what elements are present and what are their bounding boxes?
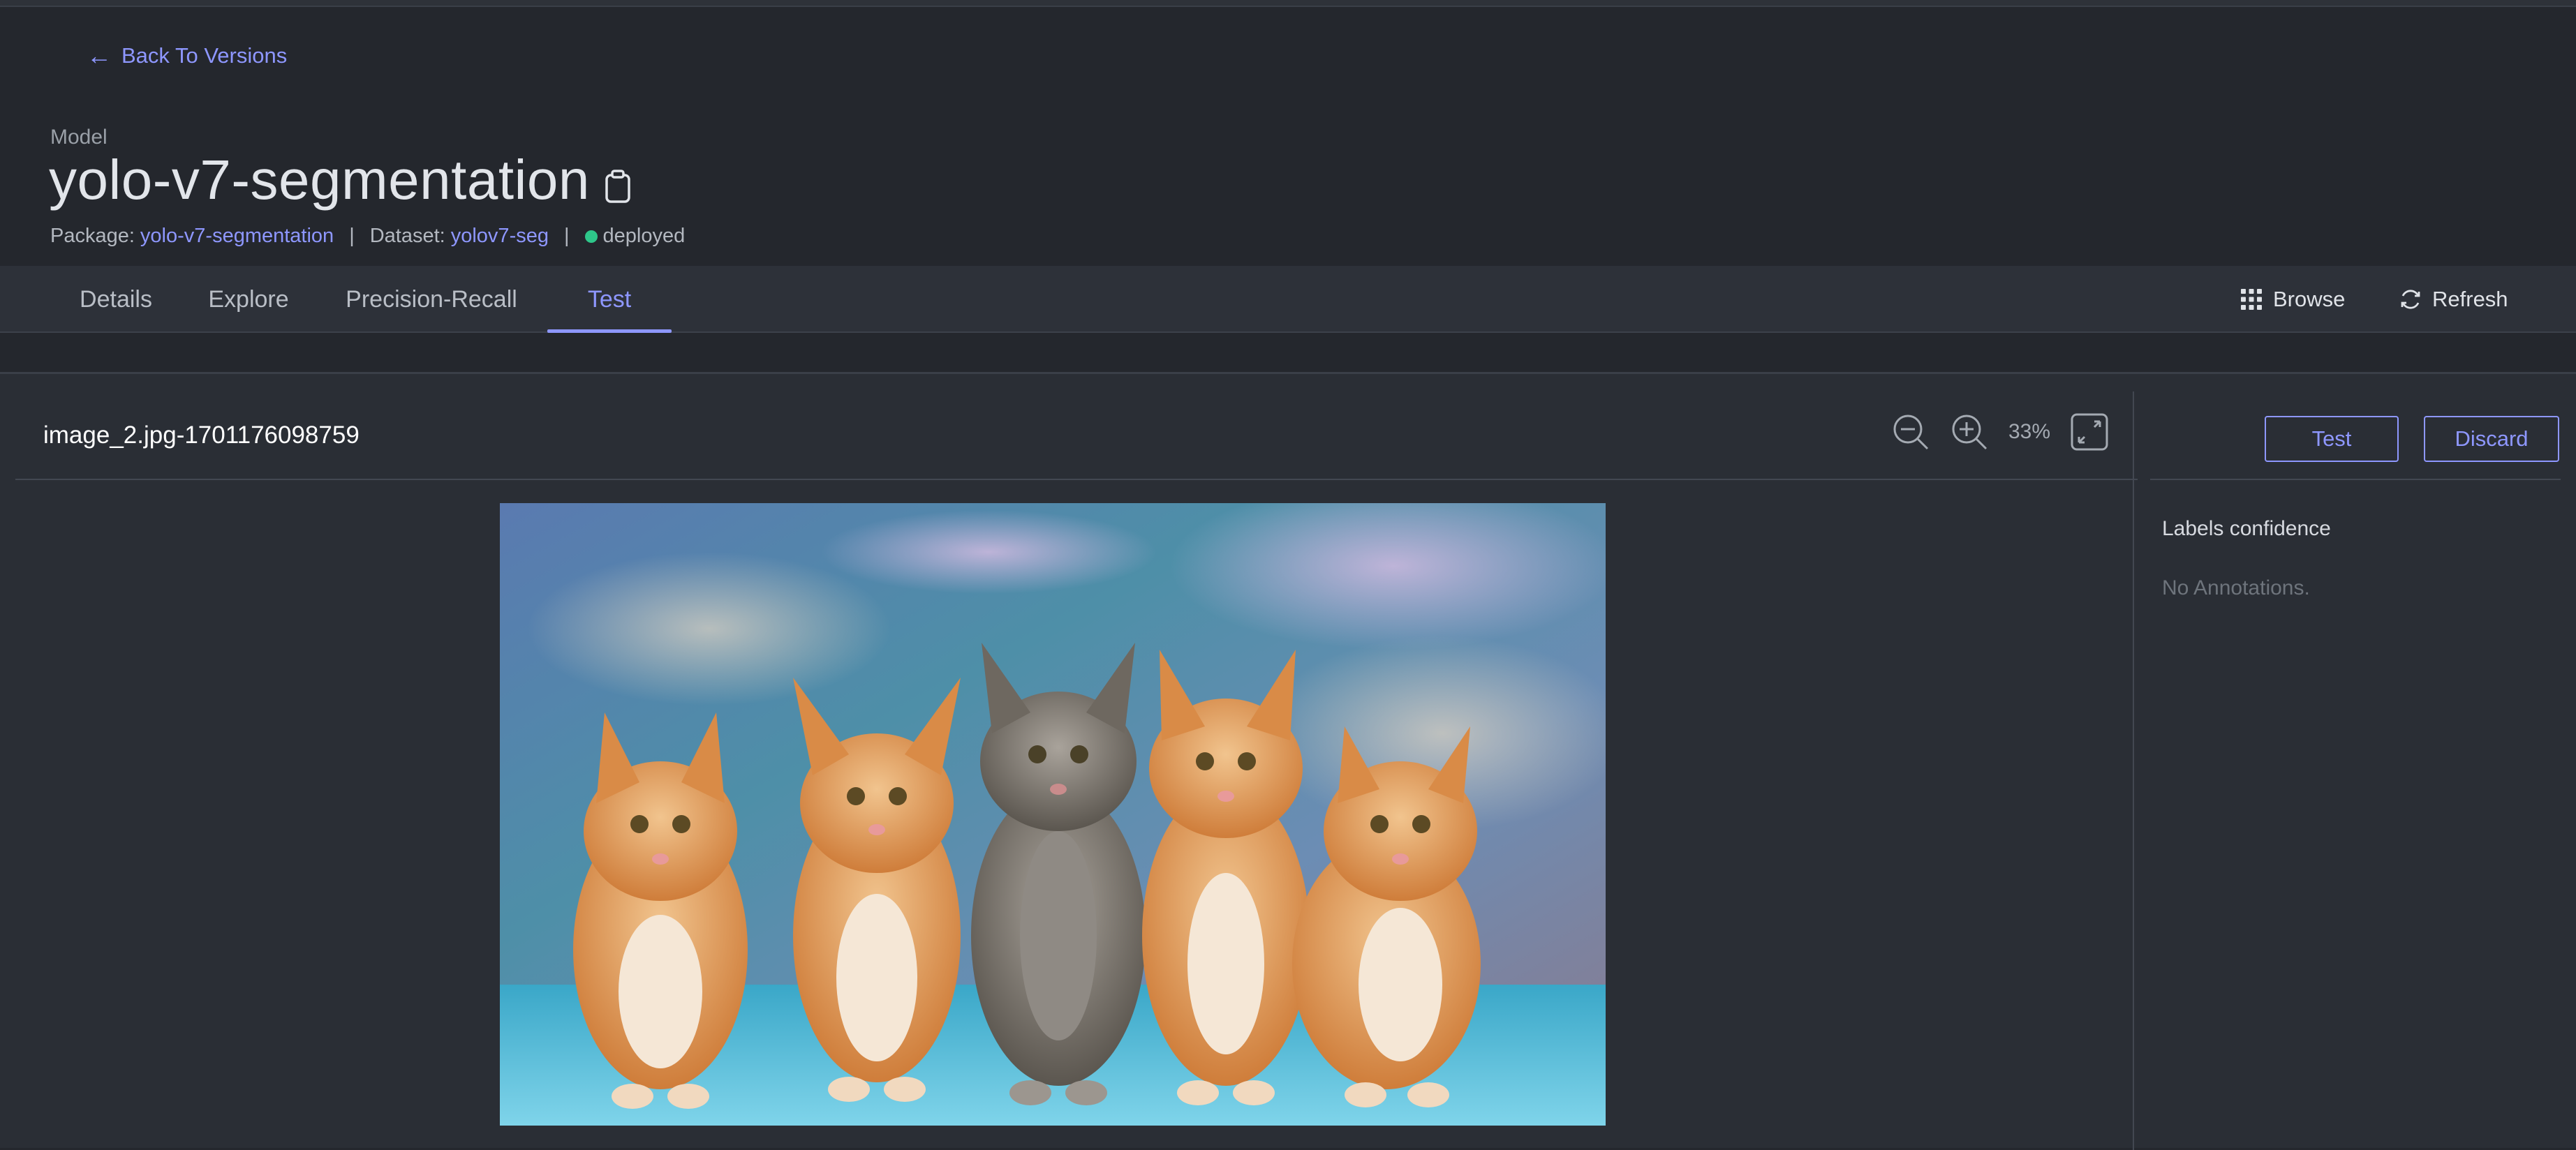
refresh-button[interactable]: Refresh xyxy=(2399,266,2508,333)
page-kicker: Model xyxy=(50,126,108,149)
zoom-in-icon[interactable] xyxy=(1949,412,1990,452)
top-border xyxy=(0,0,2576,7)
zoom-controls: 33% xyxy=(1890,412,2110,452)
meta-separator: | xyxy=(349,225,355,247)
kittens-image xyxy=(500,503,1606,1126)
arrow-left-icon: ← xyxy=(87,41,112,70)
file-header: image_2.jpg-1701176098759 33% xyxy=(15,395,2138,480)
grid-icon xyxy=(2241,289,2262,310)
dataset-label: Dataset: xyxy=(369,225,445,247)
panel-divider xyxy=(2133,391,2134,1150)
package-link[interactable]: yolo-v7-segmentation xyxy=(140,225,334,248)
package-label: Package: xyxy=(50,225,135,247)
meta-separator: | xyxy=(563,225,570,247)
dataset-link[interactable]: yolov7-seg xyxy=(451,225,549,248)
browse-label: Browse xyxy=(2273,287,2346,311)
image-filename: image_2.jpg-1701176098759 xyxy=(43,421,360,449)
tab-details[interactable]: Details xyxy=(60,266,172,333)
back-to-versions-label: Back To Versions xyxy=(121,43,288,68)
action-header: Test Discard xyxy=(2150,395,2561,480)
discard-button[interactable]: Discard xyxy=(2424,416,2559,462)
test-image[interactable] xyxy=(500,503,1606,1126)
zoom-level: 33% xyxy=(2008,420,2051,443)
test-panel: image_2.jpg-1701176098759 33% Test Disca… xyxy=(0,372,2576,1150)
page-title: yolo-v7-segmentation xyxy=(49,149,590,211)
fit-screen-icon[interactable] xyxy=(2069,412,2110,452)
labels-confidence-title: Labels confidence xyxy=(2162,517,2331,540)
refresh-label: Refresh xyxy=(2432,287,2508,311)
tab-test[interactable]: Test xyxy=(547,266,672,333)
tab-explore[interactable]: Explore xyxy=(193,266,304,333)
zoom-out-icon[interactable] xyxy=(1890,412,1931,452)
model-meta: Package: yolo-v7-segmentation | Dataset:… xyxy=(50,225,685,248)
back-to-versions-link[interactable]: ← Back To Versions xyxy=(87,43,287,68)
refresh-icon xyxy=(2401,290,2420,309)
status-badge: deployed xyxy=(602,225,686,247)
tab-precision-recall[interactable]: Precision-Recall xyxy=(330,266,533,333)
title-row: yolo-v7-segmentation xyxy=(49,148,633,212)
no-annotations-text: No Annotations. xyxy=(2162,576,2310,599)
copy-icon[interactable] xyxy=(602,168,633,204)
tabs-bar: Details Explore Precision-Recall Test Br… xyxy=(0,266,2576,333)
status-dot xyxy=(584,230,598,243)
test-button[interactable]: Test xyxy=(2265,416,2399,462)
browse-button[interactable]: Browse xyxy=(2240,266,2345,333)
